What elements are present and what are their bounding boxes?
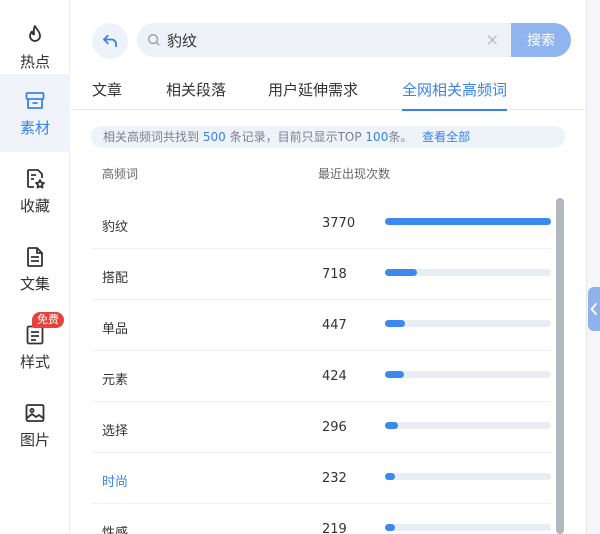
search-icon [148,34,160,46]
star-document-icon [27,168,45,188]
sidebar-item-label: 热点 [19,52,50,71]
frequency-bar-fill [385,422,398,429]
search-box: × [137,23,511,57]
sidebar-item-label: 图片 [19,430,50,449]
tab-related-paragraphs[interactable]: 相关段落 [166,78,226,110]
frequency-bar-track [385,371,551,378]
flame-icon [29,24,41,42]
collapse-panel-button[interactable] [588,287,600,331]
tab-high-frequency-words[interactable]: 全网相关高频词 [402,78,508,111]
clear-icon[interactable]: × [486,31,499,49]
row-word[interactable]: 豹纹 [102,216,128,235]
sidebar-item-label: 文集 [19,274,50,293]
info-middle: 条记录，目前只显示TOP [229,130,362,144]
table-row[interactable]: 选择 296 [91,402,551,453]
frequency-bar-track [385,320,551,327]
sidebar-item-images[interactable]: 图片 [0,386,70,464]
table-row[interactable]: 豹纹 3770 [91,198,551,249]
column-header-word: 高频词 [102,167,139,181]
tab-bar: 文章 相关段落 用户延伸需求 全网相关高频词 [71,78,586,111]
tab-user-extended-needs[interactable]: 用户延伸需求 [268,78,358,110]
frequency-bar-fill [385,524,395,531]
table-row[interactable]: 性感 219 [91,504,551,534]
table-row[interactable]: 单品 447 [91,300,551,351]
frequency-bar-track [385,218,551,225]
frequency-bar-fill [385,320,405,327]
right-edge-panel [586,0,600,534]
scrollbar[interactable] [556,198,564,534]
row-count: 718 [322,267,347,282]
row-count: 232 [322,471,347,486]
back-arrow-icon [103,34,117,48]
row-word[interactable]: 元素 [102,369,128,388]
row-count: 296 [322,420,347,435]
row-count: 424 [322,369,347,384]
row-word[interactable]: 搭配 [102,267,128,286]
sidebar-item-label: 样式 [19,352,50,371]
sidebar-item-label: 收藏 [19,196,50,215]
row-word[interactable]: 选择 [102,420,128,439]
document-icon [27,246,43,267]
row-count: 447 [322,318,347,333]
table-row[interactable]: 元素 424 [91,351,551,402]
search-button[interactable]: 搜索 [511,23,571,57]
frequency-bar-track [385,422,551,429]
info-prefix: 相关高频词共找到 [103,130,200,144]
frequency-bar-fill [385,269,417,276]
frequency-bar-track [385,524,551,531]
sidebar-item-favorites[interactable]: 收藏 [0,152,70,230]
view-all-link[interactable]: 查看全部 [422,130,470,144]
sidebar: 热点 素材 收藏 文集 样式 免费 图片 [0,0,70,534]
archive-box-icon [25,91,45,109]
row-count: 3770 [322,216,356,231]
sidebar-item-styles[interactable]: 样式 免费 [0,308,70,386]
search-input[interactable] [167,31,467,49]
row-word[interactable]: 时尚 [102,471,128,490]
back-button[interactable] [92,23,128,59]
info-top: 100 [365,130,389,144]
info-total: 500 [202,130,226,144]
frequency-bar-fill [385,371,404,378]
frequency-bar-track [385,269,551,276]
main-panel: × 搜索 文章 相关段落 用户延伸需求 全网相关高频词 相关高频词共找到 500… [71,0,600,534]
row-word[interactable]: 性感 [102,522,128,534]
sidebar-item-label: 素材 [19,118,50,137]
row-count: 219 [322,522,347,534]
free-badge: 免费 [32,312,64,328]
chevron-left-icon [590,303,597,315]
table-row[interactable]: 时尚 232 [91,453,551,504]
frequency-bar-track [385,473,551,480]
info-bar: 相关高频词共找到 500 条记录，目前只显示TOP 100条。 查看全部 [91,126,565,148]
frequency-bar-fill [385,473,395,480]
table-row[interactable]: 搭配 718 [91,249,551,300]
column-header-count: 最近出现次数 [318,167,391,181]
sidebar-item-collection[interactable]: 文集 [0,230,70,308]
image-icon [25,403,45,422]
info-suffix: 条。 [388,130,413,144]
tab-articles[interactable]: 文章 [92,78,122,110]
row-word[interactable]: 单品 [102,318,128,337]
sidebar-item-material[interactable]: 素材 [0,74,70,152]
frequency-bar-fill [385,218,551,225]
